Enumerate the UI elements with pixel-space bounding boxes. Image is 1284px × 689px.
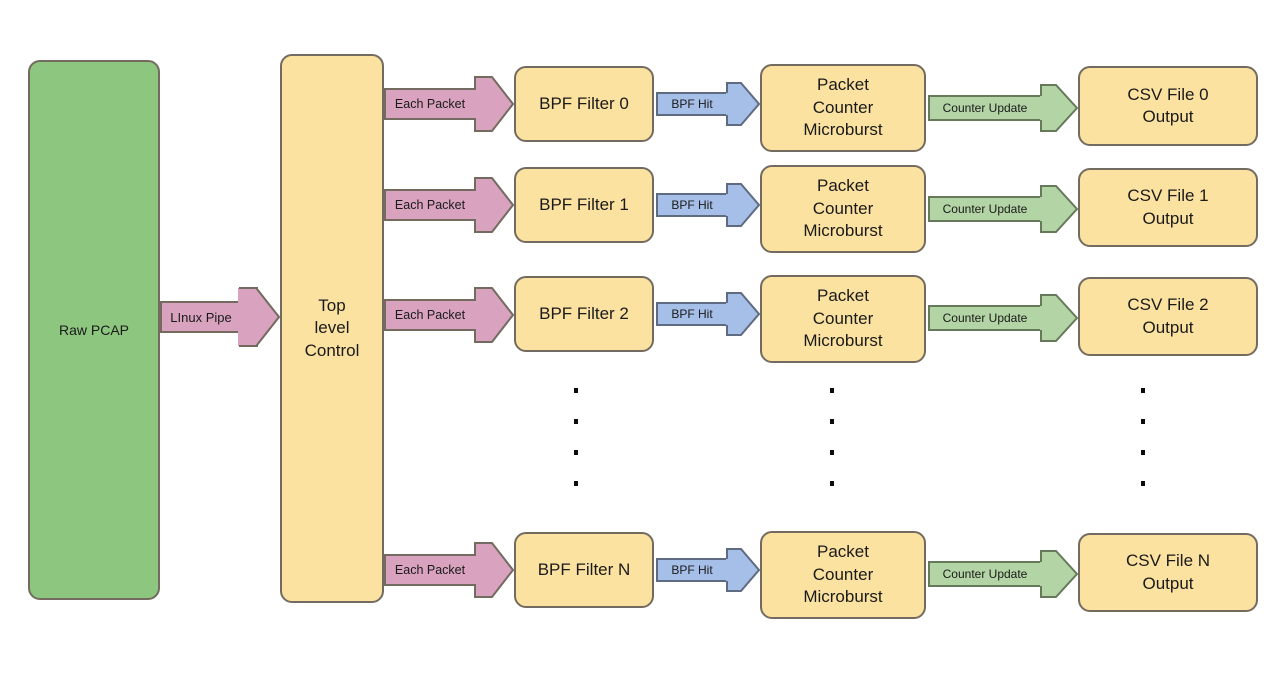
node-bpf-filter-label: BPF Filter 0	[539, 93, 629, 113]
node-csv-output-label: CSV File N Output	[1125, 551, 1211, 593]
node-csv-output: CSV File N Output	[1078, 533, 1258, 612]
node-packet-counter-microburst: Packet Counter Microburst	[760, 64, 926, 152]
arrow-linux-pipe: LInux Pipe	[160, 287, 280, 347]
arrow-head-icon	[1040, 185, 1078, 233]
ellipsis-filter-column	[574, 388, 580, 492]
node-packet-counter-microburst-label: Packet Counter Microburst	[803, 286, 883, 351]
arrow-each-packet: Each Packet	[384, 76, 514, 132]
arrow-bpf-hit: BPF Hit	[656, 183, 760, 227]
node-packet-counter-microburst: Packet Counter Microburst	[760, 275, 926, 363]
node-csv-output: CSV File 0 Output	[1078, 66, 1258, 146]
arrow-head-icon	[474, 542, 514, 598]
node-top-level-control: Top level Control	[280, 54, 384, 603]
arrow-bpf-hit: BPF Hit	[656, 548, 760, 592]
arrow-counter-update: Counter Update	[928, 185, 1078, 233]
node-packet-counter-microburst: Packet Counter Microburst	[760, 531, 926, 619]
node-raw-pcap-label: Raw PCAP	[58, 321, 130, 338]
arrow-each-packet: Each Packet	[384, 287, 514, 343]
arrow-bpf-hit: BPF Hit	[656, 292, 760, 336]
ellipsis-csv-column	[1141, 388, 1147, 492]
arrow-head-icon	[1040, 550, 1078, 598]
node-bpf-filter: BPF Filter 0	[514, 66, 654, 142]
arrow-counter-update: Counter Update	[928, 294, 1078, 342]
node-csv-output: CSV File 1 Output	[1078, 168, 1258, 247]
node-top-level-control-label: Top level Control	[304, 295, 360, 360]
node-csv-output-label: CSV File 1 Output	[1127, 186, 1209, 228]
arrow-head-icon	[474, 76, 514, 132]
arrow-each-packet: Each Packet	[384, 542, 514, 598]
arrow-head-icon	[726, 292, 760, 336]
arrow-each-packet: Each Packet	[384, 177, 514, 233]
arrow-head-icon	[474, 287, 514, 343]
node-csv-output: CSV File 2 Output	[1078, 277, 1258, 356]
ellipsis-counter-column	[830, 388, 836, 492]
node-packet-counter-microburst-label: Packet Counter Microburst	[803, 75, 883, 140]
node-bpf-filter-label: BPF Filter 1	[539, 194, 629, 214]
node-packet-counter-microburst-label: Packet Counter Microburst	[803, 542, 883, 607]
node-bpf-filter-label: BPF Filter N	[537, 559, 631, 579]
node-packet-counter-microburst-label: Packet Counter Microburst	[803, 176, 883, 241]
arrow-bpf-hit: BPF Hit	[656, 82, 760, 126]
node-bpf-filter: BPF Filter 1	[514, 167, 654, 243]
node-packet-counter-microburst: Packet Counter Microburst	[760, 165, 926, 253]
arrow-head-icon	[1040, 84, 1078, 132]
arrow-counter-update: Counter Update	[928, 550, 1078, 598]
arrow-head-icon	[1040, 294, 1078, 342]
arrow-head-icon	[238, 287, 280, 347]
node-bpf-filter: BPF Filter 2	[514, 276, 654, 352]
arrow-head-icon	[726, 82, 760, 126]
node-csv-output-label: CSV File 2 Output	[1127, 295, 1209, 337]
node-csv-output-label: CSV File 0 Output	[1127, 84, 1209, 126]
arrow-counter-update: Counter Update	[928, 84, 1078, 132]
arrow-head-icon	[726, 548, 760, 592]
diagram-canvas: Raw PCAP LInux Pipe Top level Control Ea…	[0, 0, 1284, 689]
arrow-head-icon	[474, 177, 514, 233]
node-bpf-filter: BPF Filter N	[514, 532, 654, 608]
arrow-head-icon	[726, 183, 760, 227]
node-bpf-filter-label: BPF Filter 2	[539, 303, 629, 323]
node-raw-pcap: Raw PCAP	[28, 60, 160, 600]
